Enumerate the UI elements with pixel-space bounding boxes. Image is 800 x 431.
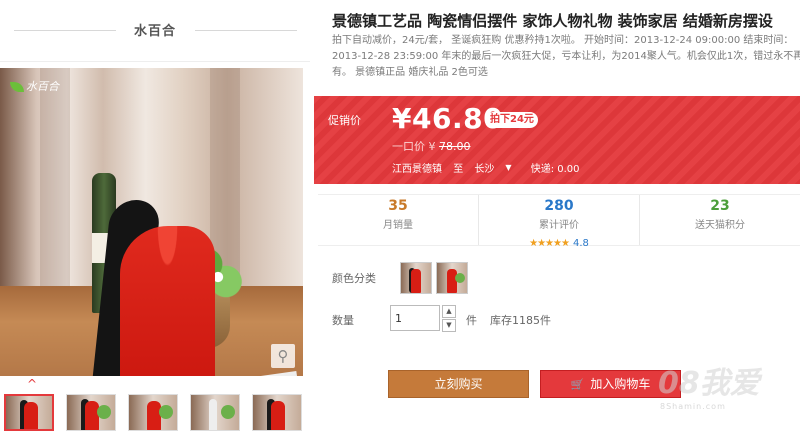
discount-badge: 拍下24元 (486, 112, 538, 128)
original-price: 78.00 (439, 140, 471, 153)
thumb-figure (85, 401, 99, 430)
quantity-label: 数量 (332, 314, 354, 327)
brand-header: 水百合 (0, 0, 310, 62)
star-rating-icon: ★★★★★ (529, 238, 570, 249)
product-gallery: 水百合 水百合 ⚲ ^ (0, 0, 310, 431)
quantity-unit: 件 (466, 314, 477, 327)
ship-from: 江西景德镇 (392, 164, 442, 175)
thumb-figure (271, 401, 285, 430)
stat-label: 累计评价 (539, 220, 579, 231)
swatch-figure (411, 269, 421, 293)
add-to-cart-label: 加入购物车 (590, 377, 651, 391)
stats-bar: 35 月销量 280 累计评价 ★★★★★ 4.8 23 送天猫积分 (318, 194, 800, 249)
thumb-figure (24, 402, 38, 429)
figurine-woman (120, 226, 215, 376)
watermark-text: 08我爱 (658, 366, 760, 401)
stat-label: 送天猫积分 (695, 220, 745, 231)
thumb-plant (221, 405, 235, 419)
product-subtitle: 拍下自动减价，24元/套， 圣诞疯狂购 优惠矜持1次啦。 开始时间：2013-1… (332, 35, 800, 78)
stat-value: 35 (388, 198, 408, 214)
quantity-input[interactable] (390, 305, 440, 331)
stat-value: 280 (544, 198, 574, 214)
chevron-up-icon[interactable]: ^ (24, 378, 40, 390)
thumbnail[interactable] (190, 394, 240, 431)
leaf-icon (10, 82, 24, 92)
stat-points: 23 送天猫积分 (640, 195, 800, 245)
cart-icon: 🛒 (570, 378, 585, 391)
logo-text: 水百合 (26, 80, 59, 93)
stock-count: 库存1185件 (490, 314, 551, 327)
quantity-row: 数量 ▲ ▼ 件 库存1185件 (332, 304, 792, 334)
ship-destination-select[interactable]: 长沙 ▼ (474, 160, 519, 175)
thumb-figure (209, 399, 217, 430)
zoom-icon[interactable]: ⚲ (271, 344, 295, 368)
stat-label: 月销量 (383, 220, 413, 231)
quantity-up-icon[interactable]: ▲ (442, 305, 456, 318)
stat-reviews[interactable]: 280 累计评价 ★★★★★ 4.8 (479, 195, 640, 249)
color-option-row: 颜色分类 (332, 262, 792, 296)
chevron-down-icon: ▼ (505, 163, 512, 172)
thumb-plant (97, 405, 111, 419)
thumbnail[interactable] (128, 394, 178, 431)
stat-value: 23 (710, 198, 730, 214)
thumb-figure (147, 401, 161, 430)
original-price-row: 一口价 ¥ 78.00 (392, 138, 471, 154)
ship-to-label: 至 (453, 164, 464, 175)
watermark-subtext: 8Shamin.com (660, 402, 726, 411)
color-swatch[interactable] (436, 262, 468, 294)
shipping-fee: 快递: 0.00 (530, 164, 580, 175)
buy-now-button[interactable]: 立刻购买 (388, 370, 529, 398)
rating-row: ★★★★★ 4.8 (479, 231, 639, 250)
main-product-image[interactable]: 水百合 ⚲ (0, 68, 303, 376)
rating-value: 4.8 (572, 238, 589, 249)
ship-destination: 长沙 (474, 164, 495, 175)
product-info: 景德镇工艺品 陶瓷情侣摆件 家饰人物礼物 装饰家居 结婚新房摆设 拍下自动减价，… (314, 0, 800, 431)
product-title: 景德镇工艺品 陶瓷情侣摆件 家饰人物礼物 装饰家居 结婚新房摆设 (332, 12, 773, 30)
thumbnail[interactable] (252, 394, 302, 431)
shipping-row: 江西景德镇 至 长沙 ▼ 快递: 0.00 (392, 160, 588, 175)
thumb-plant (159, 405, 173, 419)
original-price-label: 一口价 ¥ (392, 140, 436, 153)
quantity-down-icon[interactable]: ▼ (442, 319, 456, 332)
thumbnail[interactable] (66, 394, 116, 431)
color-swatch[interactable] (400, 262, 432, 294)
thumbnail-strip (0, 394, 310, 431)
curtain-fold (40, 68, 70, 298)
price-panel: 促销价 ¥46.80 拍下24元 一口价 ¥ 78.00 江西景德镇 至 长沙 ▼… (314, 96, 800, 184)
promo-label: 促销价 (328, 114, 361, 127)
stat-monthly-sales: 35 月销量 (318, 195, 479, 245)
thumbnail[interactable] (4, 394, 54, 431)
swatch-plant (455, 273, 465, 283)
watermark-logo: 水百合 (10, 78, 59, 94)
color-label: 颜色分类 (332, 272, 376, 285)
site-watermark: 08我爱 8Shamin.com (658, 358, 800, 418)
divider-line (195, 30, 297, 31)
